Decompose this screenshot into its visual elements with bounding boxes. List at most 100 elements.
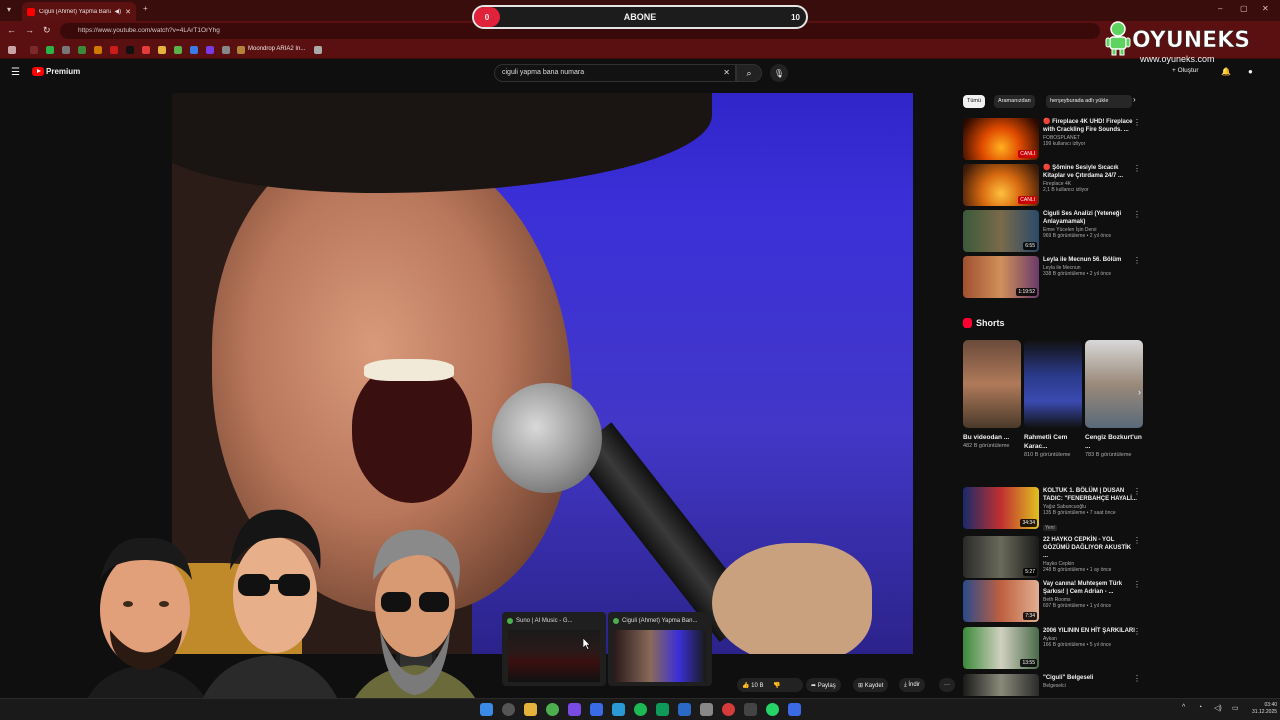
video-thumbnail[interactable]: [963, 674, 1039, 696]
minimize-icon[interactable]: –: [1218, 4, 1222, 13]
video-title[interactable]: Ciguli Ses Analizi (Yeteneği Anlayamamak…: [1043, 210, 1137, 226]
more-options-icon[interactable]: ⋮: [1133, 118, 1141, 127]
more-options-icon[interactable]: ⋮: [1133, 674, 1141, 683]
voice-search-button[interactable]: 🎙: [770, 64, 788, 82]
short-item[interactable]: Cengiz Bozkurt'un ... 783 B görüntüleme: [1085, 340, 1143, 458]
shorts-next-icon[interactable]: ›: [1138, 387, 1141, 397]
video-title[interactable]: 🔴 Şömine Sesiyle Sıcacık Kitaplar ve Çıt…: [1043, 164, 1137, 180]
app-taskbar-icon[interactable]: [678, 703, 691, 716]
video-title[interactable]: 2006 YILININ EN HİT ŞARKILARI: [1043, 627, 1137, 635]
bookmark-moondrop-icon[interactable]: [237, 46, 245, 54]
sidebar-video[interactable]: 7:34 Vay canına! Muhteşem Türk Şarkısı! …: [963, 580, 1143, 622]
more-options-icon[interactable]: ⋮: [1133, 256, 1141, 265]
short-item[interactable]: Bu videodan ... 482 B görüntüleme: [963, 340, 1021, 449]
tab-search-icon[interactable]: ▾: [7, 5, 11, 14]
short-thumbnail[interactable]: [1024, 340, 1082, 428]
sidebar-video[interactable]: "Ciguli" Belgeseli Belgeselci ⋮: [963, 674, 1143, 696]
more-options-icon[interactable]: ⋮: [1133, 210, 1141, 219]
video-thumbnail[interactable]: 5:27: [963, 536, 1039, 578]
video-thumbnail[interactable]: 34:34: [963, 487, 1039, 529]
telegram-icon[interactable]: [612, 703, 625, 716]
window-close-icon[interactable]: ✕: [1262, 4, 1269, 13]
chrome-taskbar-icon[interactable]: [546, 703, 559, 716]
bookmark-gmail-icon[interactable]: [30, 46, 38, 54]
more-options-icon[interactable]: ⋮: [1133, 164, 1141, 173]
video-title[interactable]: Vay canına! Muhteşem Türk Şarkısı! | Cem…: [1043, 580, 1137, 596]
video-title[interactable]: KOLTUK 1. BÖLÜM | DUSAN TADIC: "FENERBAH…: [1043, 487, 1137, 503]
video-thumbnail[interactable]: 13:55: [963, 627, 1039, 669]
like-button[interactable]: 👍 10 B: [742, 683, 763, 689]
bookmark-icon[interactable]: [222, 46, 230, 54]
create-button[interactable]: + Oluştur: [1172, 67, 1199, 74]
more-options-icon[interactable]: ⋮: [1133, 580, 1141, 589]
sidebar-video[interactable]: CANLI 🔴 Fireplace 4K UHD! Fireplace with…: [963, 118, 1143, 160]
app-taskbar-icon[interactable]: [568, 703, 581, 716]
wifi-icon[interactable]: ◔: [1198, 704, 1202, 711]
apps-icon[interactable]: [8, 46, 16, 54]
whatsapp-icon[interactable]: [766, 703, 779, 716]
sidebar-video[interactable]: 34:34 KOLTUK 1. BÖLÜM | DUSAN TADIC: "FE…: [963, 487, 1143, 531]
app-taskbar-icon[interactable]: [590, 703, 603, 716]
short-item[interactable]: Rahmetli Cem Karac... 810 B görüntüleme: [1024, 340, 1082, 458]
more-options-icon[interactable]: ⋮: [1133, 627, 1141, 636]
more-options-icon[interactable]: ⋮: [1133, 536, 1141, 545]
bookmark-icon[interactable]: [78, 46, 86, 54]
bookmark-youtube-icon[interactable]: [110, 46, 118, 54]
sidebar-video[interactable]: 6:55 Ciguli Ses Analizi (Yeteneği Anlaya…: [963, 210, 1143, 252]
bookmark-moondrop[interactable]: Moondrop ARIA2 In...: [248, 46, 305, 52]
sidebar-video[interactable]: 1:19:52 Leyla ile Mecnun 56. Bölüm Leyla…: [963, 256, 1143, 298]
app-taskbar-icon[interactable]: [744, 703, 757, 716]
short-title[interactable]: Rahmetli Cem Karac...: [1024, 433, 1082, 451]
window-preview[interactable]: Ciguli (Ahmet) Yapma Ban...: [608, 612, 712, 686]
spotify-icon[interactable]: [634, 703, 647, 716]
search-button[interactable]: ⌕: [736, 64, 762, 82]
chip-uploader[interactable]: herşeyburada adlı yükle: [1046, 95, 1132, 108]
video-thumbnail[interactable]: 6:55: [963, 210, 1039, 252]
video-title[interactable]: "Ciguli" Belgeseli: [1043, 674, 1137, 682]
dislike-button[interactable]: 👎: [773, 683, 780, 689]
app-taskbar-icon[interactable]: [788, 703, 801, 716]
maximize-icon[interactable]: ▢: [1240, 4, 1248, 13]
app-taskbar-icon[interactable]: [722, 703, 735, 716]
chip-all[interactable]: Tümü: [963, 95, 986, 108]
video-thumbnail[interactable]: 7:34: [963, 580, 1039, 622]
forward-icon[interactable]: →: [25, 25, 34, 35]
tab-audio-icon[interactable]: ◀): [115, 8, 122, 15]
video-thumbnail[interactable]: CANLI: [963, 118, 1039, 160]
tray-chevron-icon[interactable]: ^: [1182, 704, 1185, 711]
back-icon[interactable]: ←: [7, 25, 16, 35]
file-explorer-icon[interactable]: [524, 703, 537, 716]
sidebar-video[interactable]: CANLI 🔴 Şömine Sesiyle Sıcacık Kitaplar …: [963, 164, 1143, 206]
chips-next-icon[interactable]: ›: [1133, 95, 1136, 104]
short-title[interactable]: Cengiz Bozkurt'un ...: [1085, 433, 1143, 451]
menu-icon[interactable]: ☰: [11, 67, 20, 78]
more-options-icon[interactable]: ⋮: [1133, 487, 1141, 496]
battery-icon[interactable]: ▭: [1232, 704, 1239, 712]
app-taskbar-icon[interactable]: [700, 703, 713, 716]
bookmark-icon[interactable]: [314, 46, 322, 54]
video-title[interactable]: 🔴 Fireplace 4K UHD! Fireplace with Crack…: [1043, 118, 1137, 134]
start-menu-icon[interactable]: [480, 703, 493, 716]
notifications-icon[interactable]: 🔔: [1221, 67, 1231, 76]
save-button[interactable]: ⊞ Kaydet: [853, 678, 889, 692]
bookmark-icon[interactable]: [206, 46, 214, 54]
bookmark-icon[interactable]: [62, 46, 70, 54]
video-title[interactable]: 22 HAYKO CEPKİN - YOL GÖZÜMÜ DAĞLIYOR AK…: [1043, 536, 1137, 560]
video-thumbnail[interactable]: 1:19:52: [963, 256, 1039, 298]
tab-close-icon[interactable]: ✕: [125, 8, 131, 16]
short-title[interactable]: Bu videodan ...: [963, 433, 1021, 442]
browser-tab-active[interactable]: Ciguli (Ahmet) Yapma Bana... ◀) ✕: [22, 2, 136, 21]
taskbar-search-icon[interactable]: [502, 703, 515, 716]
download-button[interactable]: ⤓ İndir: [899, 678, 925, 692]
bookmark-icon[interactable]: [94, 46, 102, 54]
volume-icon[interactable]: ◁): [1214, 704, 1222, 712]
bookmark-icon[interactable]: [142, 46, 150, 54]
youtube-logo[interactable]: Premium: [32, 67, 80, 76]
bookmark-folder-icon[interactable]: [158, 46, 166, 54]
share-button[interactable]: ➦ Paylaş: [806, 678, 841, 692]
account-icon[interactable]: ●: [1248, 67, 1253, 76]
sidebar-video[interactable]: 13:55 2006 YILININ EN HİT ŞARKILARI Ayka…: [963, 627, 1143, 669]
app-taskbar-icon[interactable]: [656, 703, 669, 716]
search-input[interactable]: ciguli yapma bana numara ✕: [494, 64, 736, 82]
new-tab-icon[interactable]: +: [143, 4, 148, 13]
